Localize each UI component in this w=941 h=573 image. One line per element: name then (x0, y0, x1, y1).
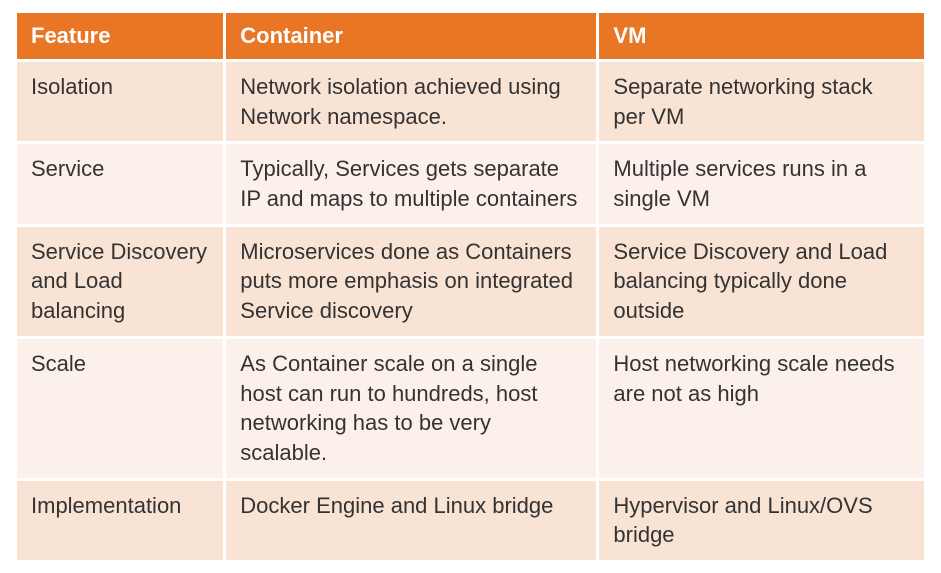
table-row: Implementation Docker Engine and Linux b… (16, 479, 926, 561)
cell-container: Microservices done as Containers puts mo… (225, 225, 598, 337)
table-header-row: Feature Container VM (16, 12, 926, 61)
table-row: Scale As Container scale on a single hos… (16, 337, 926, 479)
col-header-vm: VM (598, 12, 926, 61)
cell-vm: Hypervisor and Linux/OVS bridge (598, 479, 926, 561)
cell-container: Docker Engine and Linux bridge (225, 479, 598, 561)
cell-container: As Container scale on a single host can … (225, 337, 598, 479)
cell-feature: Service Discovery and Load balancing (16, 225, 225, 337)
cell-vm: Separate networking stack per VM (598, 61, 926, 143)
cell-vm: Multiple services runs in a single VM (598, 143, 926, 225)
cell-feature: Isolation (16, 61, 225, 143)
cell-feature: Service (16, 143, 225, 225)
col-header-container: Container (225, 12, 598, 61)
comparison-table-wrapper: Feature Container VM Isolation Network i… (0, 0, 941, 573)
cell-container: Network isolation achieved using Network… (225, 61, 598, 143)
cell-vm: Service Discovery and Load balancing typ… (598, 225, 926, 337)
cell-feature: Scale (16, 337, 225, 479)
col-header-feature: Feature (16, 12, 225, 61)
cell-vm: Host networking scale needs are not as h… (598, 337, 926, 479)
comparison-table: Feature Container VM Isolation Network i… (14, 10, 927, 563)
table-row: Service Typically, Services gets separat… (16, 143, 926, 225)
cell-feature: Implementation (16, 479, 225, 561)
table-row: Isolation Network isolation achieved usi… (16, 61, 926, 143)
cell-container: Typically, Services gets separate IP and… (225, 143, 598, 225)
table-row: Service Discovery and Load balancing Mic… (16, 225, 926, 337)
